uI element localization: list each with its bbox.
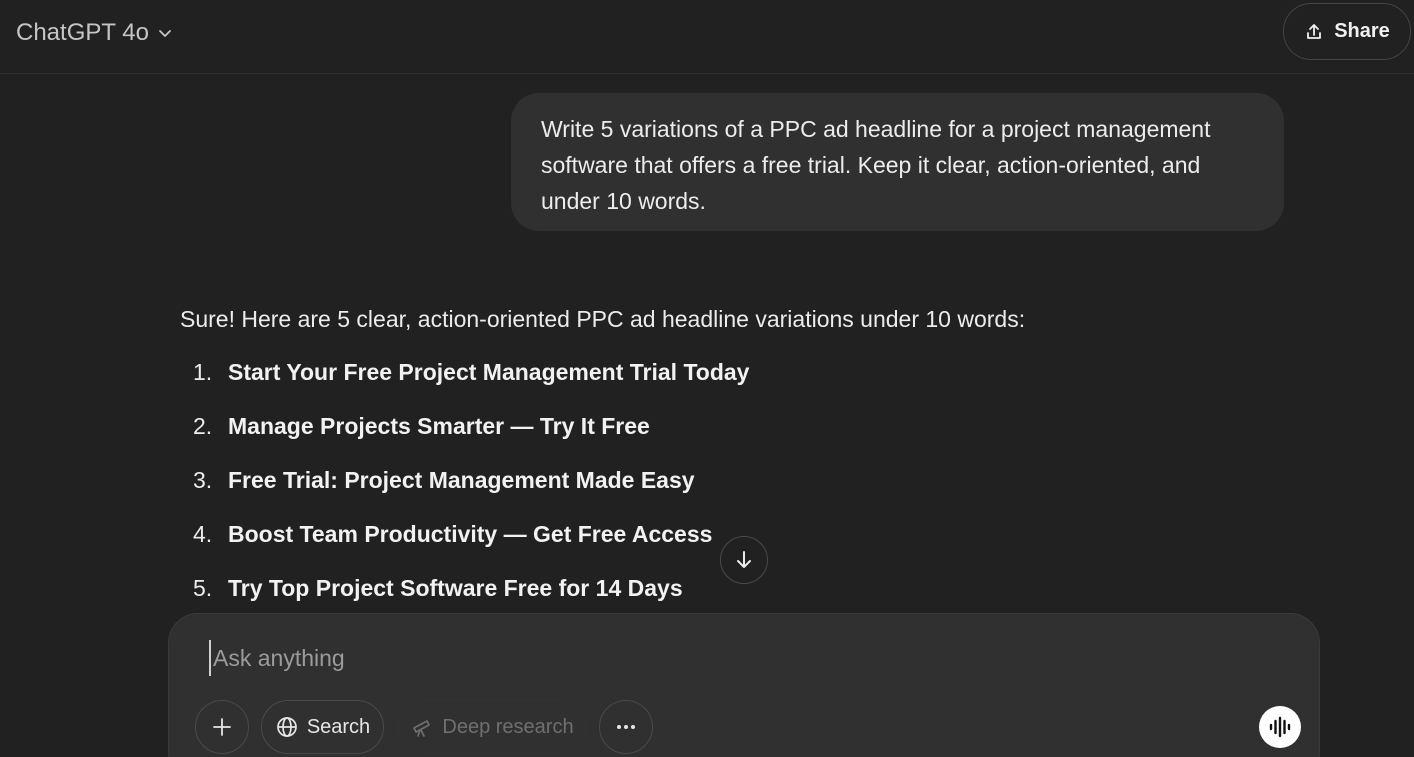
scroll-to-bottom-button[interactable] <box>720 536 768 584</box>
list-item: 4. Boost Team Productivity — Get Free Acc… <box>180 515 1180 569</box>
composer: Search Deep research <box>168 613 1320 757</box>
user-message: Write 5 variations of a PPC ad headline … <box>511 93 1284 231</box>
share-button[interactable]: Share <box>1283 3 1411 60</box>
share-icon <box>1307 23 1322 39</box>
list-text: Free Trial: Project Management Made Easy <box>228 467 695 493</box>
assistant-intro: Sure! Here are 5 clear, action-oriented … <box>180 306 1026 332</box>
deep-research-button[interactable]: Deep research <box>398 700 586 754</box>
list-text: Try Top Project Software Free for 14 Day… <box>228 575 683 601</box>
list-item: 2. Manage Projects Smarter — Try It Free <box>180 407 1180 461</box>
list-number: 4. <box>193 521 213 547</box>
list-item: 3. Free Trial: Project Management Made Ea… <box>180 461 1180 515</box>
globe-icon <box>276 717 297 737</box>
chevron-down-icon <box>159 30 171 37</box>
plus-icon <box>213 718 231 736</box>
headline-list: 1. Start Your Free Project Management Tri… <box>180 353 1180 623</box>
list-item: 1. Start Your Free Project Management Tri… <box>180 353 1180 407</box>
prompt-input[interactable] <box>209 640 1209 676</box>
telescope-icon <box>413 720 431 737</box>
search-label: Search <box>306 715 371 738</box>
list-number: 5. <box>193 575 213 601</box>
model-name: ChatGPT 4o <box>16 19 149 46</box>
top-bar: ChatGPT 4o Share <box>0 0 1414 74</box>
list-number: 1. <box>193 359 213 385</box>
list-number: 3. <box>193 467 213 493</box>
voice-mode-button[interactable] <box>1259 706 1301 748</box>
more-tools-button[interactable] <box>599 700 653 754</box>
list-number: 2. <box>193 413 213 439</box>
add-attachment-button[interactable] <box>195 700 249 754</box>
deep-research-label: Deep research <box>442 715 574 738</box>
voice-waveform-icon <box>1269 716 1291 738</box>
model-switcher[interactable]: ChatGPT 4o <box>6 12 185 54</box>
list-text: Boost Team Productivity — Get Free Acces… <box>228 521 713 547</box>
list-text: Manage Projects Smarter — Try It Free <box>228 413 650 439</box>
search-button[interactable]: Search <box>261 700 384 754</box>
share-label: Share <box>1334 20 1390 42</box>
assistant-message: Sure! Here are 5 clear, action-oriented … <box>180 300 1180 623</box>
arrow-down-icon <box>737 551 751 568</box>
ellipsis-icon <box>617 725 635 729</box>
list-text: Start Your Free Project Management Trial… <box>228 359 750 385</box>
